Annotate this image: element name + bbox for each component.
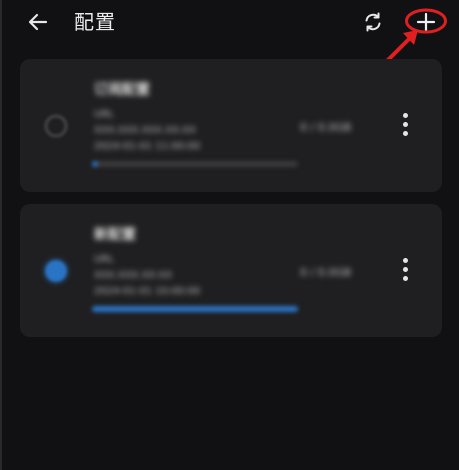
profile-type: URL bbox=[94, 109, 114, 120]
profile-usage: 0 / 0.0GB bbox=[300, 121, 352, 134]
profile-card[interactable]: 订阅配置 URL XXX.XXX.XXX.XX:XX 2024-01-01 11… bbox=[20, 59, 442, 192]
page-title: 配置 bbox=[74, 10, 116, 34]
add-button[interactable] bbox=[414, 10, 438, 34]
profile-updated-time: 2024-01-01 10:00:00 bbox=[94, 286, 201, 297]
app-header: 配置 bbox=[0, 0, 459, 46]
more-options-button[interactable] bbox=[399, 113, 411, 139]
profile-name: 新配置 bbox=[94, 227, 136, 243]
profile-card[interactable]: 新配置 URL XXX.XXX.XX:XX 2024-01-01 10:00:0… bbox=[20, 204, 442, 337]
arrow-left-icon bbox=[28, 13, 48, 31]
window-edge bbox=[0, 0, 2, 470]
profile-usage: 0 / 0.0GB bbox=[300, 266, 352, 279]
profile-server: XXX.XXX.XXX.XX:XX bbox=[94, 125, 196, 136]
back-button[interactable] bbox=[26, 10, 50, 34]
plus-icon bbox=[416, 12, 436, 32]
usage-progress-fill bbox=[92, 306, 298, 312]
profile-type: URL bbox=[94, 254, 114, 265]
profile-radio[interactable] bbox=[45, 115, 67, 137]
profile-server: XXX.XXX.XX:XX bbox=[94, 270, 173, 281]
more-vert-icon bbox=[402, 258, 408, 263]
usage-progress-fill bbox=[92, 161, 99, 167]
usage-progress-bar bbox=[92, 161, 298, 167]
profile-radio-selected[interactable] bbox=[45, 260, 67, 282]
more-vert-icon bbox=[402, 113, 408, 118]
more-options-button[interactable] bbox=[399, 258, 411, 284]
refresh-icon bbox=[365, 12, 381, 32]
usage-progress-bar bbox=[92, 306, 298, 312]
profile-updated-time: 2024-01-01 11:00:00 bbox=[94, 141, 201, 152]
profile-name: 订阅配置 bbox=[94, 82, 150, 98]
refresh-button[interactable] bbox=[361, 10, 385, 34]
